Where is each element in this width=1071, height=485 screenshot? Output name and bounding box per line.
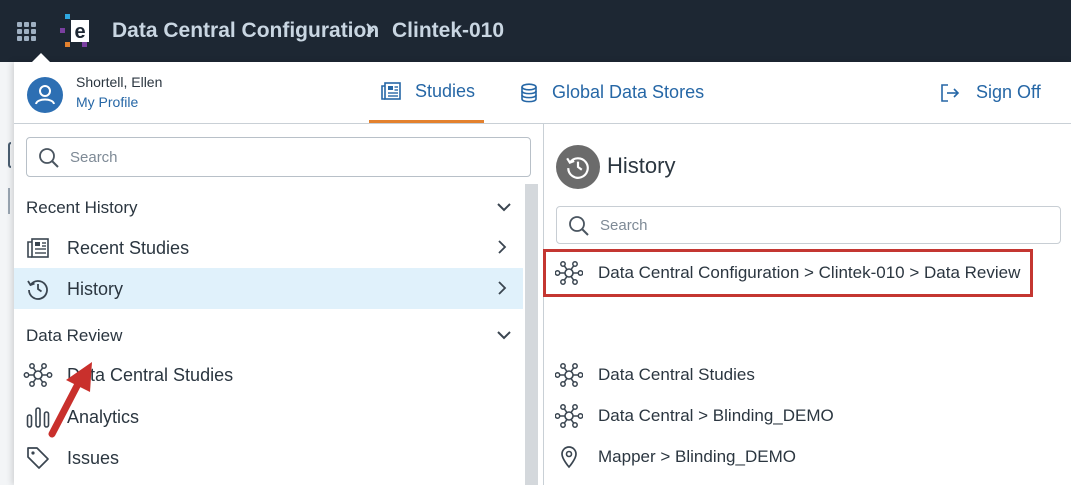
underlying-control [8,142,11,168]
history-item[interactable]: Data Central Configuration > Clintek-010… [543,249,1033,297]
search-icon [39,148,59,168]
history-search-input[interactable]: Search [556,206,1061,244]
annotation-arrow [48,362,92,438]
sign-off-label: Sign Off [976,82,1041,102]
newspaper-icon [27,238,49,258]
history-item-label: Data Central Configuration > Clintek-010… [598,263,1021,282]
history-item-label: Data Central Studies [598,365,755,384]
scrollbar-thumb[interactable] [525,184,538,485]
search-placeholder: Search [70,149,118,166]
history-icon [566,157,589,179]
history-panel: History Search Data Central Configuratio… [543,124,1071,485]
section-recent-history[interactable]: Recent History [14,187,524,227]
history-item-label: Data Central > Blinding_DEMO [598,406,834,425]
user-icon [35,85,55,105]
app-logo-icon[interactable]: e [60,12,90,50]
sign-off-icon [940,83,960,103]
left-menu-column: Search Recent History Recent Studies His… [14,124,544,485]
section-data-review[interactable]: Data Review [14,315,524,355]
sign-off-button[interactable]: Sign Off [940,62,1041,123]
underlying-page [0,62,14,485]
history-item[interactable]: Mapper > Blinding_DEMO [545,436,1065,477]
chevron-down-icon[interactable] [496,199,512,215]
menu-item-history[interactable]: History [14,268,523,309]
top-bar: e Data Central Configuration Clintek-010 [0,0,1071,62]
menu-item-recent-studies[interactable]: Recent Studies [14,227,523,268]
tag-icon [27,447,49,469]
app-title[interactable]: Data Central Configuration [112,19,379,43]
underlying-control [8,188,11,214]
tab-global-data-stores[interactable]: Global Data Stores [520,62,720,123]
breadcrumb-chevron-icon [366,23,375,37]
app-launcher-grid-icon[interactable] [17,22,37,41]
navigation-menu-panel: Shortell, Ellen My Profile Studies Globa… [14,53,1071,485]
history-title: History [607,153,676,178]
menu-item-label: History [67,279,124,299]
section-title: Data Review [26,326,123,345]
location-pin-icon [561,446,577,469]
history-badge-icon [556,145,600,189]
studies-icon [381,82,401,100]
history-item-label: Mapper > Blinding_DEMO [598,447,796,466]
breadcrumb-current[interactable]: Clintek-010 [392,19,504,43]
history-item[interactable]: Data Central > Blinding_DEMO [545,395,1065,436]
avatar[interactable] [27,77,63,113]
database-icon [520,82,538,103]
section-title: Recent History [26,198,138,217]
search-placeholder: Search [600,217,648,234]
chevron-down-icon[interactable] [496,327,512,343]
menu-item-issues[interactable]: Issues [14,437,523,478]
my-profile-link[interactable]: My Profile [76,94,138,110]
tab-studies-label: Studies [415,80,476,101]
history-item[interactable]: Data Central Studies [545,354,1065,395]
menu-item-label: Recent Studies [67,238,190,258]
menu-item-label: Issues [67,448,120,468]
svg-text:e: e [74,21,85,43]
search-icon [569,216,589,236]
user-name: Shortell, Ellen [76,74,163,90]
tab-global-data-stores-label: Global Data Stores [552,82,705,102]
tab-studies[interactable]: Studies [369,62,484,123]
network-icon [555,404,583,428]
history-icon [27,280,48,300]
panel-pointer [32,53,50,62]
network-icon [555,363,583,387]
network-icon [555,261,583,285]
chevron-right-icon [498,281,507,295]
chevron-right-icon [498,240,507,254]
menu-search-input[interactable]: Search [26,137,531,177]
